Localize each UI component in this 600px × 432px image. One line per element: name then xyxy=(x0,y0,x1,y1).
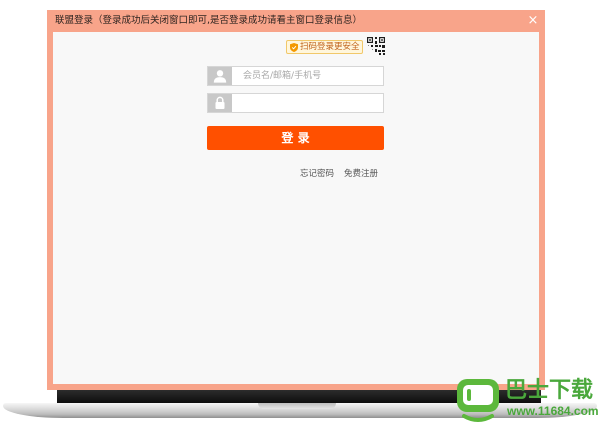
forgot-password-link[interactable]: 忘记密码 xyxy=(300,168,334,180)
qr-login-badge[interactable]: 扫码登录更安全 xyxy=(286,40,363,54)
register-link[interactable]: 免费注册 xyxy=(344,168,378,180)
watermark-url: www.11684.com xyxy=(507,404,599,418)
qr-code-icon[interactable] xyxy=(366,36,386,56)
shield-icon xyxy=(290,43,298,52)
dialog-title: 联盟登录（登录成功后关闭窗口即可,是否登录成功请看主窗口登录信息） xyxy=(55,15,363,26)
password-field[interactable] xyxy=(207,93,384,113)
login-button[interactable]: 登 录 xyxy=(207,126,384,150)
username-field[interactable] xyxy=(207,66,384,86)
login-dialog: 联盟登录（登录成功后关闭窗口即可,是否登录成功请看主窗口登录信息） × 扫码登录… xyxy=(47,10,545,390)
close-button[interactable]: × xyxy=(526,14,540,28)
qr-login-label: 扫码登录更安全 xyxy=(300,42,360,52)
username-input[interactable] xyxy=(233,67,383,85)
password-input[interactable] xyxy=(233,94,383,112)
watermark-name: 巴士下载 xyxy=(505,378,594,403)
laptop-notch xyxy=(258,403,336,409)
dialog-content: 扫码登录更安全 会员名/邮箱/手机号 登 录 忘记密码 免费注册 xyxy=(53,32,539,384)
monitor-logo-icon xyxy=(454,377,502,423)
lock-icon xyxy=(208,94,232,112)
user-icon xyxy=(208,67,232,85)
title-bar[interactable]: 联盟登录（登录成功后关闭窗口即可,是否登录成功请看主窗口登录信息） × xyxy=(47,10,545,32)
